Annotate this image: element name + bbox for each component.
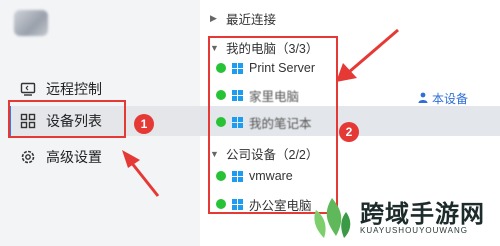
watermark: 3DMGAME 跨域手游网 KUAYUSHOUYOUWANG <box>300 190 500 246</box>
watermark-logo <box>314 198 351 238</box>
watermark-subtitle: KUAYUSHOUYOUWANG <box>360 226 469 235</box>
watermark-title: 跨域手游网 <box>360 199 485 228</box>
arrow-1 <box>122 150 160 197</box>
arrow-2 <box>336 28 399 82</box>
